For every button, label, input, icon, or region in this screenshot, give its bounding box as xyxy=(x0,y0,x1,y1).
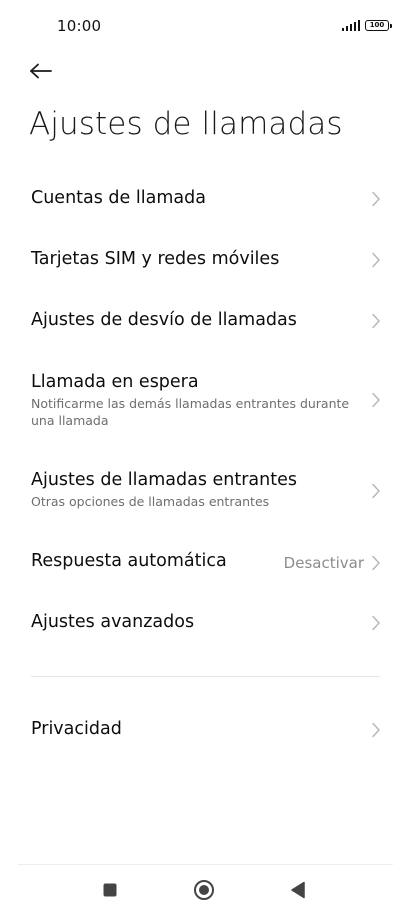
recents-button[interactable] xyxy=(96,876,124,904)
chevron-right-icon xyxy=(372,483,380,499)
page-title: Ajustes de llamadas xyxy=(29,106,343,142)
arrow-left-icon xyxy=(30,63,52,79)
chevron-right-icon xyxy=(372,313,380,329)
list-item-privacidad[interactable]: Privacidad xyxy=(0,701,411,759)
item-subtitle: Notificarme las demás llamadas entrantes… xyxy=(31,396,350,428)
chevron-right-icon xyxy=(372,555,380,571)
item-value: Desactivar xyxy=(283,554,364,572)
home-button[interactable] xyxy=(190,876,218,904)
navigation-bar xyxy=(0,866,411,914)
nav-back-button[interactable] xyxy=(284,876,312,904)
item-title: Llamada en espera xyxy=(31,372,199,392)
chevron-right-icon xyxy=(372,722,380,738)
list-item-respuesta-automatica[interactable]: Respuesta automática Desactivar xyxy=(0,533,411,591)
chevron-right-icon xyxy=(372,615,380,631)
item-title: Cuentas de llamada xyxy=(31,188,206,208)
square-icon xyxy=(103,883,117,897)
battery-level: 100 xyxy=(369,21,385,29)
chevron-right-icon xyxy=(372,252,380,268)
list-item-tarjetas-sim[interactable]: Tarjetas SIM y redes móviles xyxy=(0,231,411,289)
status-time: 10:00 xyxy=(57,17,102,35)
status-icons: 100 xyxy=(341,20,392,31)
chevron-right-icon xyxy=(372,191,380,207)
item-title: Ajustes de desvío de llamadas xyxy=(31,310,297,330)
list-item-ajustes-avanzados[interactable]: Ajustes avanzados xyxy=(0,594,411,652)
list-item-llamadas-entrantes[interactable]: Ajustes de llamadas entrantes Otras opci… xyxy=(0,458,411,522)
item-title: Ajustes de llamadas entrantes xyxy=(31,470,297,490)
triangle-back-icon xyxy=(291,881,305,899)
circle-icon xyxy=(194,880,214,900)
item-title: Ajustes avanzados xyxy=(31,612,195,632)
list-item-llamada-en-espera[interactable]: Llamada en espera Notificarme las demás … xyxy=(0,360,411,440)
back-button[interactable] xyxy=(24,56,58,86)
nav-divider xyxy=(18,864,393,865)
chevron-right-icon xyxy=(372,392,380,408)
list-item-desvio-de-llamadas[interactable]: Ajustes de desvío de llamadas xyxy=(0,292,411,350)
item-title: Privacidad xyxy=(31,719,122,739)
section-divider xyxy=(31,676,380,677)
item-title: Tarjetas SIM y redes móviles xyxy=(31,249,280,269)
item-subtitle: Otras opciones de llamadas entrantes xyxy=(31,494,270,509)
battery-icon: 100 xyxy=(365,20,392,31)
list-item-cuentas-de-llamada[interactable]: Cuentas de llamada xyxy=(0,170,411,228)
status-bar: 10:00 100 xyxy=(0,0,411,52)
signal-icon xyxy=(341,20,360,31)
